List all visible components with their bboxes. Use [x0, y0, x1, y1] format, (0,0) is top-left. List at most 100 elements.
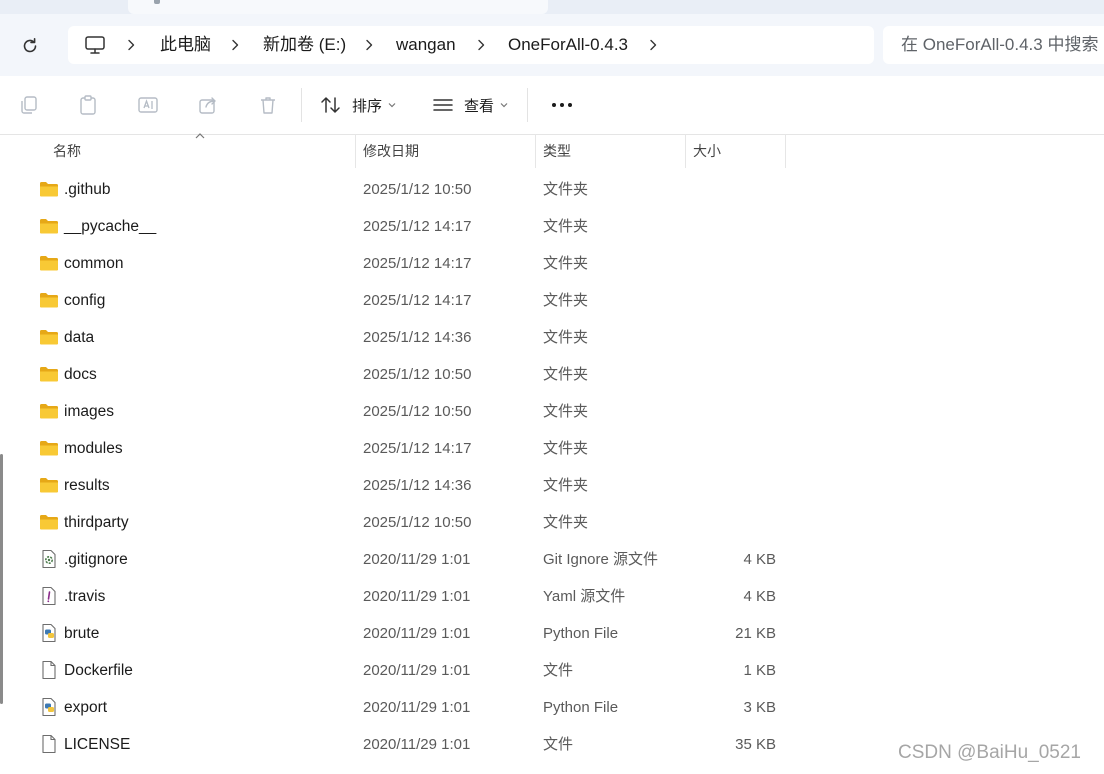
address-row: 此电脑 新加卷 (E:) wangan OneForAll-0.4.3 在 On…: [0, 14, 1104, 76]
column-header-type[interactable]: 类型: [543, 134, 571, 168]
column-divider[interactable]: [785, 134, 786, 168]
breadcrumb-separator[interactable]: [364, 26, 374, 64]
file-name: results: [64, 477, 110, 494]
delete-button[interactable]: [257, 94, 279, 116]
breadcrumb-separator[interactable]: [648, 26, 658, 64]
paste-button[interactable]: [77, 94, 99, 116]
file-row[interactable]: brute 2020/11/29 1:01 Python File 21 KB: [30, 615, 790, 652]
chevron-right-icon: [478, 39, 485, 51]
file-name: __pycache__: [64, 218, 157, 235]
file-type: 文件夹: [543, 181, 589, 198]
vertical-scrollbar[interactable]: [0, 454, 3, 704]
column-header-date[interactable]: 修改日期: [363, 134, 419, 168]
breadcrumb-separator[interactable]: [126, 26, 136, 64]
rename-button[interactable]: [137, 94, 159, 116]
copy-icon: [21, 96, 37, 114]
column-header-name[interactable]: 名称: [53, 134, 81, 168]
refresh-button[interactable]: [14, 34, 46, 58]
file-size: 3 KB: [743, 699, 776, 716]
this-pc-button[interactable]: [84, 26, 106, 64]
file-row[interactable]: images 2025/1/12 10:50 文件夹: [30, 393, 790, 430]
file-name: docs: [64, 366, 97, 383]
python-file-icon: [39, 623, 59, 643]
file-modified-date: 2025/1/12 14:17: [363, 218, 472, 235]
file-type: 文件夹: [543, 255, 589, 272]
folder-icon: [39, 216, 59, 236]
file-row[interactable]: config 2025/1/12 14:17 文件夹: [30, 282, 790, 319]
clipboard-icon: [80, 95, 96, 115]
file-row[interactable]: .travis 2020/11/29 1:01 Yaml 源文件 4 KB: [30, 578, 790, 615]
column-header-size[interactable]: 大小: [693, 134, 721, 168]
file-name: data: [64, 329, 95, 346]
file-type: 文件夹: [543, 477, 589, 494]
file-name: .gitignore: [64, 551, 128, 568]
file-name: config: [64, 292, 106, 309]
file-modified-date: 2020/11/29 1:01: [363, 699, 471, 716]
folder-icon: [39, 290, 59, 310]
file-size: 1 KB: [743, 662, 776, 679]
search-input[interactable]: 在 OneForAll-0.4.3 中搜索: [883, 26, 1104, 64]
file-name: brute: [64, 625, 100, 642]
breadcrumb-this-pc[interactable]: 此电脑: [160, 26, 211, 64]
chevron-right-icon: [650, 39, 657, 51]
breadcrumb-separator[interactable]: [476, 26, 486, 64]
column-divider[interactable]: [535, 134, 536, 168]
view-button[interactable]: 查看: [432, 90, 508, 120]
breadcrumb-wangan[interactable]: wangan: [396, 26, 456, 64]
file-type: Git Ignore 源文件: [543, 551, 659, 568]
share-button[interactable]: [197, 94, 219, 116]
file-type: 文件: [543, 662, 574, 679]
more-options-button[interactable]: [548, 90, 576, 120]
column-divider[interactable]: [685, 134, 686, 168]
file-modified-date: 2025/1/12 14:17: [363, 255, 472, 272]
file-row[interactable]: docs 2025/1/12 10:50 文件夹: [30, 356, 790, 393]
tab-strip: [0, 0, 1104, 14]
blank-file-icon: [39, 734, 59, 754]
file-name: modules: [64, 440, 123, 457]
chevron-right-icon: [128, 39, 135, 51]
file-type: 文件夹: [543, 292, 589, 309]
file-row[interactable]: LICENSE 2020/11/29 1:01 文件 35 KB: [30, 726, 790, 763]
file-modified-date: 2025/1/12 10:50: [363, 514, 472, 531]
chevron-down-icon: [388, 103, 396, 108]
folder-icon: [39, 327, 59, 347]
file-modified-date: 2025/1/12 14:36: [363, 477, 472, 494]
folder-icon: [39, 253, 59, 273]
file-row[interactable]: thirdparty 2025/1/12 10:50 文件夹: [30, 504, 790, 541]
python-file-icon: [39, 697, 59, 717]
file-list-pane: 名称 修改日期 类型 大小 .github 2025/1/12 10:50 文件夹 _…: [0, 133, 1104, 774]
watermark: CSDN @BaiHu_0521: [898, 742, 1081, 763]
toolbar-divider: [301, 88, 302, 122]
folder-icon: [39, 512, 59, 532]
file-size: 4 KB: [743, 551, 776, 568]
breadcrumb-drive[interactable]: 新加卷 (E:): [263, 26, 346, 64]
file-row[interactable]: modules 2025/1/12 14:17 文件夹: [30, 430, 790, 467]
column-divider[interactable]: [355, 134, 356, 168]
file-row[interactable]: export 2020/11/29 1:01 Python File 3 KB: [30, 689, 790, 726]
file-name: LICENSE: [64, 736, 131, 753]
file-size: 21 KB: [735, 625, 776, 642]
file-modified-date: 2020/11/29 1:01: [363, 662, 471, 679]
copy-button[interactable]: [18, 94, 40, 116]
file-row[interactable]: Dockerfile 2020/11/29 1:01 文件 1 KB: [30, 652, 790, 689]
folder-icon: [39, 401, 59, 421]
file-name: Dockerfile: [64, 662, 133, 679]
file-row[interactable]: .gitignore 2020/11/29 1:01 Git Ignore 源文件 4…: [30, 541, 790, 578]
file-row[interactable]: __pycache__ 2025/1/12 14:17 文件夹: [30, 208, 790, 245]
settings-file-icon: [39, 549, 59, 569]
file-row[interactable]: common 2025/1/12 14:17 文件夹: [30, 245, 790, 282]
file-row[interactable]: data 2025/1/12 14:36 文件夹: [30, 319, 790, 356]
address-bar[interactable]: 此电脑 新加卷 (E:) wangan OneForAll-0.4.3: [68, 26, 874, 64]
file-modified-date: 2020/11/29 1:01: [363, 625, 471, 642]
folder-icon: [39, 438, 59, 458]
file-size: 4 KB: [743, 588, 776, 605]
breadcrumb-current-folder[interactable]: OneForAll-0.4.3: [508, 26, 628, 64]
file-type: 文件夹: [543, 440, 589, 457]
active-tab[interactable]: [128, 0, 548, 14]
command-toolbar: 排序 查看: [0, 76, 1104, 135]
sort-button[interactable]: 排序: [320, 90, 396, 120]
refresh-icon: [23, 38, 37, 53]
breadcrumb-separator[interactable]: [230, 26, 240, 64]
file-row[interactable]: results 2025/1/12 14:36 文件夹: [30, 467, 790, 504]
file-row[interactable]: .github 2025/1/12 10:50 文件夹: [30, 171, 790, 208]
